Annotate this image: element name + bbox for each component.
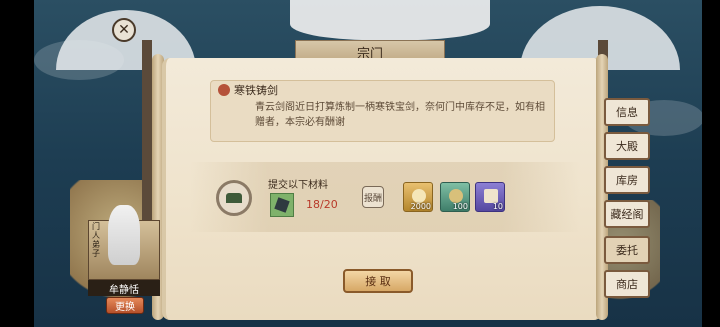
reward-qty: 2000 [410,202,431,211]
tab-info[interactable]: 信息 [604,98,650,126]
tab-commission[interactable]: 委托 [604,236,650,264]
jade-token-icon [449,189,463,203]
right-black-bar [702,0,720,327]
stone-icon [412,189,426,203]
character-role-label: 门人弟子 [92,222,100,258]
ore-icon [274,197,290,213]
notice-title: 寒铁铸剑 [234,84,278,97]
reward-item[interactable]: 2000 [403,182,433,212]
reward-label: 报酬 [362,186,384,208]
tab-shop[interactable]: 商店 [604,270,650,298]
accept-button[interactable]: 接 取 [343,269,413,293]
character-name: 牟静恬 [88,280,160,296]
quest-seal-icon [218,84,230,96]
close-button[interactable]: ✕ [112,18,136,42]
notice-text: 青云剑阁近日打算炼制一柄寒铁宝剑，奈何门中库存不足，如有相赠者，本宗必有酬谢 [255,102,545,128]
left-black-bar [0,0,34,327]
reward-item[interactable]: 100 [440,182,470,212]
material-slot[interactable] [270,193,294,217]
sect-emblem-icon [216,180,252,216]
close-icon: ✕ [118,22,130,38]
tab-main-hall[interactable]: 大殿 [604,132,650,160]
reward-qty: 100 [452,202,468,211]
tab-storehouse[interactable]: 库房 [604,166,650,194]
material-count: 18/20 [306,198,338,211]
request-label: 提交以下材料 [268,180,328,191]
reward-item[interactable]: 10 [475,182,505,212]
tab-library[interactable]: 藏经阁 [604,200,650,228]
change-character-button[interactable]: 更换 [106,297,144,314]
reward-qty: 10 [492,202,503,211]
scroll-icon [484,189,498,203]
pavilion-roof-center [290,0,490,40]
character-portrait [108,205,140,265]
